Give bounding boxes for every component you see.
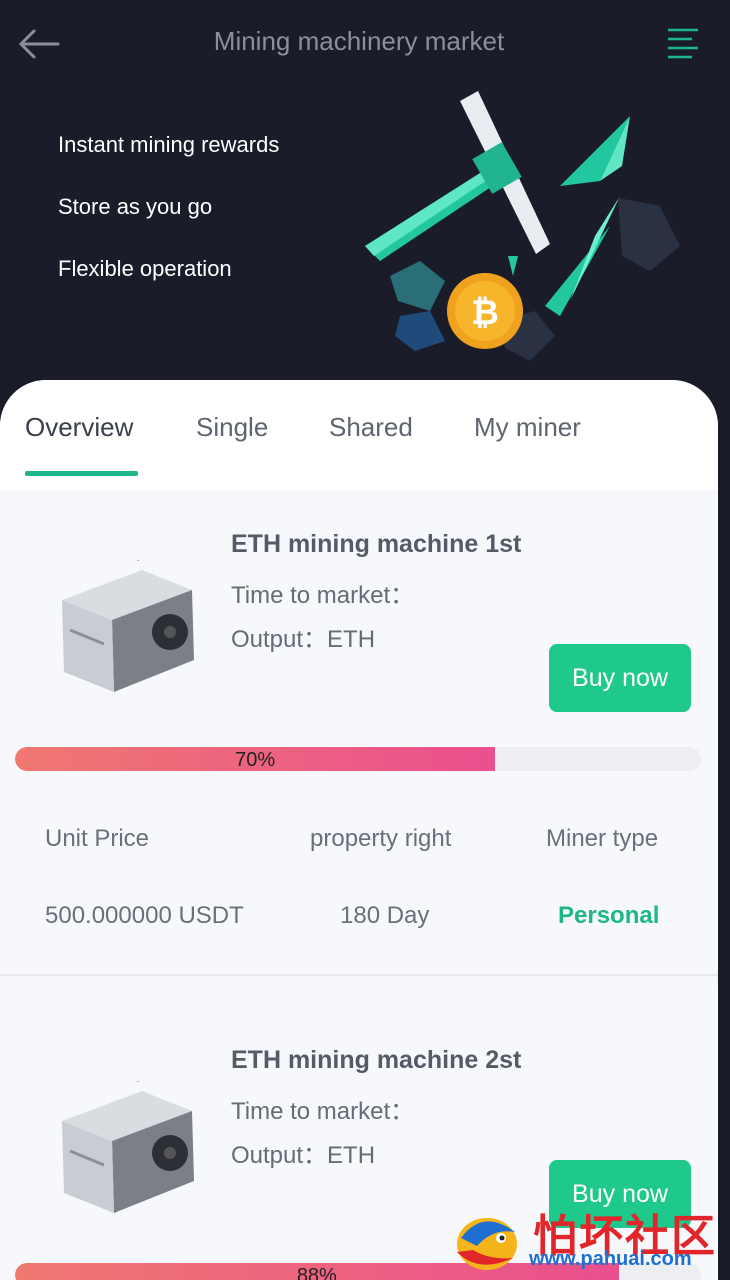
svg-text:₿: ₿: [471, 293, 499, 333]
tab-single[interactable]: Single: [196, 412, 268, 443]
buy-now-button[interactable]: Buy now: [549, 644, 691, 712]
time-to-market: Time to market：: [231, 582, 415, 609]
property-right-label: property right: [310, 825, 452, 852]
property-right-value: 180 Day: [340, 902, 430, 929]
pickaxe-coin-illustration: ₿: [365, 91, 680, 361]
app-header: Mining machinery market: [0, 0, 718, 86]
hero-banner: Instant mining rewards Store as you go F…: [0, 86, 718, 386]
sale-progress-bar: 70%: [15, 747, 701, 771]
feature-store: Store as you go: [58, 194, 213, 219]
time-to-market: Time to market：: [231, 1098, 415, 1125]
machine-name: ETH mining machine 2st: [231, 1046, 522, 1074]
miner-type-value: Personal: [558, 902, 660, 929]
miner-card: ETH mining machine 1st Time to market： O…: [0, 490, 718, 974]
fish-logo-icon: [457, 1218, 517, 1270]
watermark-url: www.pahuai.com: [529, 1248, 692, 1270]
output: Output：ETH: [231, 626, 376, 653]
tab-my-miner[interactable]: My miner: [474, 412, 581, 443]
tab-overview[interactable]: Overview: [25, 412, 133, 443]
feature-instant-rewards: Instant mining rewards: [58, 132, 280, 157]
active-tab-indicator: [25, 471, 138, 476]
machine-name: ETH mining machine 1st: [231, 530, 522, 558]
progress-label: 70%: [235, 749, 276, 771]
mining-machine-image: [62, 1081, 194, 1213]
miner-type-label: Miner type: [546, 825, 659, 852]
output: Output：ETH: [231, 1142, 376, 1169]
menu-icon: [668, 28, 698, 59]
unit-price-value: 500.000000 USDT: [45, 902, 244, 929]
tab-shared[interactable]: Shared: [329, 412, 413, 443]
feature-flexible: Flexible operation: [58, 256, 232, 281]
right-edge: [718, 0, 730, 1280]
mining-machine-image: [62, 560, 194, 692]
page-title: Mining machinery market: [213, 26, 505, 56]
unit-price-label: Unit Price: [45, 825, 150, 852]
market-panel: Overview Single Shared My miner ETH mini…: [0, 380, 718, 1280]
watermark: 怕坏社区 www.pahuai.com: [443, 1198, 730, 1280]
menu-button[interactable]: [664, 24, 702, 62]
tab-bar: Overview Single Shared My miner: [0, 380, 718, 490]
